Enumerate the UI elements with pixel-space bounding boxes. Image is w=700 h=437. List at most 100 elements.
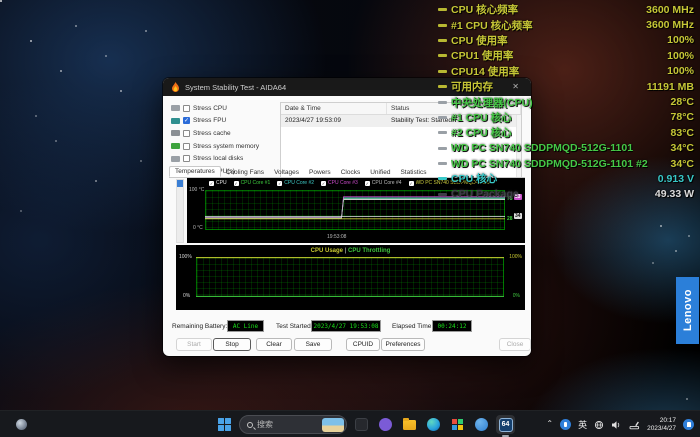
stress-option[interactable]: Stress system memory: [171, 140, 277, 153]
volume-icon[interactable]: [611, 420, 622, 430]
graph-tabs: TemperaturesCooling FansVoltagesPowersCl…: [169, 166, 525, 178]
cpuid-button[interactable]: CPUID: [346, 338, 380, 351]
stress-option[interactable]: Stress cache: [171, 127, 277, 140]
taskbar-app-taskview[interactable]: [352, 415, 371, 434]
taskbar-app-store[interactable]: [448, 415, 467, 434]
temperature-chart: ✓CPU ✓CPU Core #1 ✓CPU Core #2 ✓CPU Core #3…: [187, 178, 525, 243]
aida64-stability-test-window: System Stability Test - AIDA64 ✕ Stress …: [163, 78, 531, 356]
tab-cooling-fans[interactable]: Cooling Fans: [221, 168, 269, 177]
stress-option-label: Stress local disks: [193, 155, 243, 162]
search-placeholder: 搜索: [257, 419, 322, 430]
graph-scrollbar-thumb[interactable]: [177, 180, 183, 187]
legend-item[interactable]: ✓CPU Core #3: [321, 180, 358, 186]
lenovo-brand-badge: Lenovo: [676, 277, 699, 344]
log-column-status[interactable]: Status: [387, 103, 521, 114]
tab-unified[interactable]: Unified: [365, 168, 395, 177]
stress-option-label: Stress system memory: [193, 143, 259, 150]
tab-statistics[interactable]: Statistics: [395, 168, 431, 177]
temp-axis-bottom-label: 0 °C: [193, 225, 203, 231]
usage-left-bottom-label: 0%: [183, 293, 190, 299]
wallpaper-stars: [0, 0, 2, 2]
stress-option[interactable]: ✓Stress FPU: [171, 115, 277, 128]
window-titlebar[interactable]: System Stability Test - AIDA64 ✕: [163, 78, 531, 96]
stress-option-label: Stress cache: [193, 130, 231, 137]
usage-left-top-label: 100%: [179, 254, 192, 260]
clock-date: 2023/4/27: [647, 425, 676, 433]
log-column-datetime[interactable]: Date & Time: [281, 103, 387, 114]
search-daily-image[interactable]: [322, 418, 344, 432]
temp-axis-top-label: 100 °C: [189, 187, 204, 193]
taskbar-clock[interactable]: 20:17 2023/4/27: [647, 417, 676, 433]
osd-value: 78°C: [665, 111, 694, 123]
windows-logo-icon: [218, 418, 231, 431]
osd-value: 49.33 W: [649, 188, 694, 200]
tray-overflow-chevron-icon[interactable]: ⌃: [546, 419, 553, 428]
search-box[interactable]: 搜索: [239, 415, 347, 434]
usage-title-right: CPU Throttling: [348, 248, 390, 254]
legend-checkbox[interactable]: ✓: [234, 181, 239, 186]
memory-icon: [171, 143, 180, 149]
legend-checkbox[interactable]: ✓: [321, 181, 326, 186]
osd-value: 34°C: [665, 158, 694, 170]
preferences-button[interactable]: Preferences: [381, 338, 425, 351]
close-icon[interactable]: ✕: [508, 81, 523, 93]
temperature-traces: [205, 190, 505, 230]
temp-marker: 28: [506, 216, 514, 222]
tab-powers[interactable]: Powers: [304, 168, 336, 177]
start-button[interactable]: [215, 415, 234, 434]
bell-icon: [687, 422, 691, 427]
checkbox[interactable]: [183, 105, 190, 112]
stop-button[interactable]: Stop: [213, 338, 251, 351]
usage-title-left: CPU Usage: [311, 248, 343, 254]
graph-scrollbar[interactable]: [176, 179, 184, 243]
tab-voltages[interactable]: Voltages: [269, 168, 304, 177]
tab-temperatures[interactable]: Temperatures: [169, 166, 221, 177]
stress-option[interactable]: Stress CPU: [171, 102, 277, 115]
tray-app-icon[interactable]: [560, 419, 571, 430]
stress-option-label: Stress FPU: [193, 117, 226, 124]
usage-icon: [438, 70, 447, 73]
system-tray: ⌃ 英 20:17 2023/4/27: [546, 411, 694, 437]
app-window-icon: [355, 418, 368, 431]
legend-item[interactable]: ✓CPU Core #4: [365, 180, 402, 186]
legend-item[interactable]: ✓CPU: [209, 180, 227, 186]
temperature-chart-legend: ✓CPU ✓CPU Core #1 ✓CPU Core #2 ✓CPU Core #3…: [209, 180, 523, 186]
taskbar-app-explorer[interactable]: [400, 415, 419, 434]
osd-row: CPU 使用率100%: [438, 33, 694, 48]
taskbar-app-blue[interactable]: [472, 415, 491, 434]
osd-value: 100%: [661, 65, 694, 77]
legend-checkbox[interactable]: ✓: [209, 181, 214, 186]
notification-center-button[interactable]: [683, 419, 694, 430]
log-table-row[interactable]: 2023/4/27 19:53:09Stability Test: Starte…: [281, 115, 521, 127]
blue-app-icon: [475, 418, 488, 431]
network-icon[interactable]: [594, 420, 604, 430]
checkbox[interactable]: [183, 155, 190, 162]
legend-item[interactable]: ✓CPU Core #1: [234, 180, 271, 186]
legend-checkbox[interactable]: ✓: [365, 181, 370, 186]
tab-clocks[interactable]: Clocks: [336, 168, 366, 177]
checkbox[interactable]: [183, 130, 190, 137]
battery-label: Remaining Battery:: [172, 323, 227, 330]
legend-checkbox[interactable]: ✓: [277, 181, 282, 186]
checkbox[interactable]: ✓: [183, 117, 190, 124]
ime-language-indicator[interactable]: 英: [578, 418, 587, 431]
taskbar-app-purple[interactable]: [376, 415, 395, 434]
purple-app-icon: [379, 418, 392, 431]
legend-checkbox[interactable]: ✓: [409, 181, 414, 186]
legend-label: CPU Core #4: [372, 180, 402, 186]
legend-item[interactable]: ✓CPU Core #2: [277, 180, 314, 186]
widgets-icon[interactable]: [16, 419, 27, 430]
pen-icon[interactable]: [629, 420, 640, 430]
stress-option[interactable]: Stress local disks: [171, 152, 277, 165]
usage-right-bottom-label: 0%: [513, 293, 520, 299]
checkbox[interactable]: [183, 143, 190, 150]
taskbar-app-aida64[interactable]: 64: [496, 415, 515, 434]
osd-value: 3600 MHz: [640, 19, 694, 31]
save-button[interactable]: Save: [294, 338, 332, 351]
cpu-usage-chart-title: CPU Usage | CPU Throttling: [176, 248, 525, 254]
frequency-icon: [438, 8, 447, 11]
legend-item[interactable]: ✓WD PC SN740 SDDPMQD-512G-: [409, 180, 492, 186]
elapsed-time-value: 00:24:12: [432, 320, 472, 332]
clear-button[interactable]: Clear: [256, 338, 292, 351]
taskbar-app-edge[interactable]: [424, 415, 443, 434]
